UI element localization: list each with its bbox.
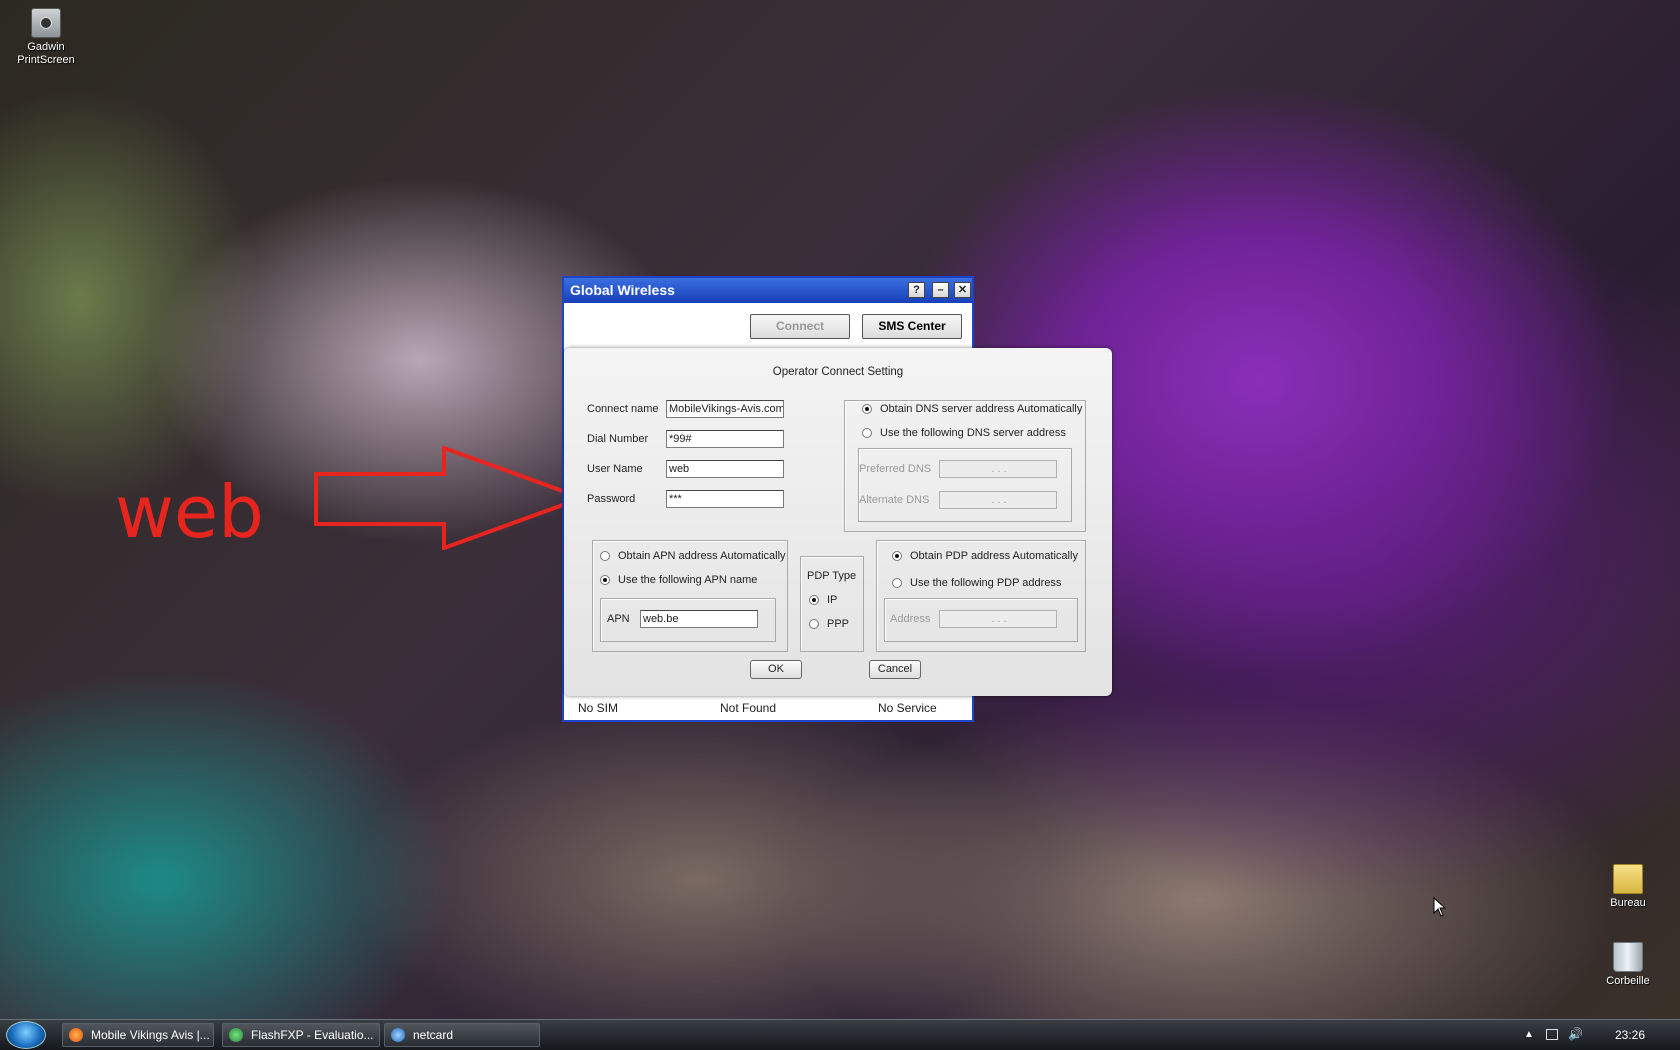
volume-icon[interactable]: 🔊 xyxy=(1568,1027,1583,1041)
help-button[interactable]: ? xyxy=(908,282,925,298)
system-tray: ▲ 🔊 23:26 xyxy=(1520,1020,1680,1050)
apn-label: APN xyxy=(607,613,630,625)
service-status: No Service xyxy=(878,701,937,715)
device-status: Not Found xyxy=(720,701,777,715)
desktop-icon-label: Bureau xyxy=(1610,897,1646,909)
pdp-ip-radio[interactable]: IP xyxy=(809,594,837,606)
taskbar-item-flashfxp[interactable]: FlashFXP - Evaluatio... xyxy=(222,1023,380,1047)
radio-icon xyxy=(809,619,819,629)
cancel-button[interactable]: Cancel xyxy=(869,660,921,679)
folder-icon xyxy=(1613,864,1643,894)
network-icon[interactable] xyxy=(1546,1029,1558,1040)
alternate-dns-label: Alternate DNS xyxy=(859,494,930,506)
window-titlebar[interactable]: Global Wireless ? – ✕ xyxy=(564,278,972,303)
apn-input[interactable]: web.be xyxy=(640,610,758,628)
close-button[interactable]: ✕ xyxy=(954,282,971,298)
recycle-bin-icon xyxy=(1613,942,1643,972)
pdp-ppp-radio[interactable]: PPP xyxy=(809,618,849,630)
desktop-icon-gadwin[interactable]: Gadwin PrintScreen xyxy=(6,8,86,67)
alternate-dns-input[interactable]: . . . xyxy=(939,491,1057,509)
dns-manual-radio[interactable]: Use the following DNS server address xyxy=(862,427,1066,439)
address-label: Address xyxy=(890,613,931,625)
password-input[interactable]: *** xyxy=(666,490,784,508)
ok-button[interactable]: OK xyxy=(750,660,802,679)
desktop-icon-label: Gadwin xyxy=(27,41,65,53)
start-button[interactable] xyxy=(6,1021,46,1049)
annotation-arrow xyxy=(314,446,584,550)
dial-number-label: Dial Number xyxy=(587,433,649,445)
tray-expand-icon[interactable]: ▲ xyxy=(1524,1029,1536,1041)
radio-selected-icon xyxy=(809,595,819,605)
pdp-manual-radio[interactable]: Use the following PDP address xyxy=(892,577,1061,589)
annotation-text: web xyxy=(115,470,264,554)
dns-auto-radio[interactable]: Obtain DNS server address Automatically xyxy=(862,403,1082,415)
radio-selected-icon xyxy=(892,551,902,561)
camera-icon xyxy=(31,8,61,38)
connect-name-input[interactable]: MobileVikings-Avis.com xyxy=(666,400,784,418)
pdp-address-input[interactable]: . . . xyxy=(939,610,1057,628)
radio-selected-icon xyxy=(600,575,610,585)
apn-auto-radio[interactable]: Obtain APN address Automatically xyxy=(600,550,786,562)
netcard-icon xyxy=(391,1028,405,1042)
user-name-input[interactable]: web xyxy=(666,460,784,478)
flashfxp-icon xyxy=(229,1028,243,1042)
password-label: Password xyxy=(587,493,636,505)
sim-status: No SIM xyxy=(578,701,619,715)
desktop-icon-label: PrintScreen xyxy=(17,54,75,66)
pdp-auto-radio[interactable]: Obtain PDP address Automatically xyxy=(892,550,1078,562)
dial-number-input[interactable]: *99# xyxy=(666,430,784,448)
radio-icon xyxy=(862,428,872,438)
operator-connect-dialog: Operator Connect Setting Connect name Mo… xyxy=(564,348,1112,696)
radio-icon xyxy=(892,578,902,588)
taskbar-item-netcard[interactable]: netcard xyxy=(384,1023,540,1047)
status-bar: No SIM Not Found No Service xyxy=(564,694,972,720)
dialog-title: Operator Connect Setting xyxy=(772,366,904,378)
apn-manual-radio[interactable]: Use the following APN name xyxy=(600,574,757,586)
desktop-icon-label: Corbeille xyxy=(1606,975,1650,987)
user-name-label: User Name xyxy=(587,463,643,475)
sms-center-button[interactable]: SMS Center xyxy=(862,314,962,339)
connect-button[interactable]: Connect xyxy=(750,314,850,339)
taskbar-item-firefox[interactable]: Mobile Vikings Avis |... xyxy=(62,1023,214,1047)
desktop-icon-bureau[interactable]: Bureau xyxy=(1588,864,1668,910)
taskbar: Mobile Vikings Avis |... FlashFXP - Eval… xyxy=(0,1019,1680,1050)
desktop-icon-corbeille[interactable]: Corbeille xyxy=(1588,942,1668,988)
window-title: Global Wireless xyxy=(570,282,675,298)
preferred-dns-label: Preferred DNS xyxy=(859,463,932,475)
firefox-icon xyxy=(69,1028,83,1042)
minimize-button[interactable]: – xyxy=(932,282,949,298)
radio-selected-icon xyxy=(862,404,872,414)
mouse-cursor-icon xyxy=(1433,897,1447,917)
clock[interactable]: 23:26 xyxy=(1615,1028,1645,1042)
connect-name-label: Connect name xyxy=(587,403,659,415)
radio-icon xyxy=(600,551,610,561)
pdp-type-label: PDP Type xyxy=(807,570,857,582)
preferred-dns-input[interactable]: . . . xyxy=(939,460,1057,478)
